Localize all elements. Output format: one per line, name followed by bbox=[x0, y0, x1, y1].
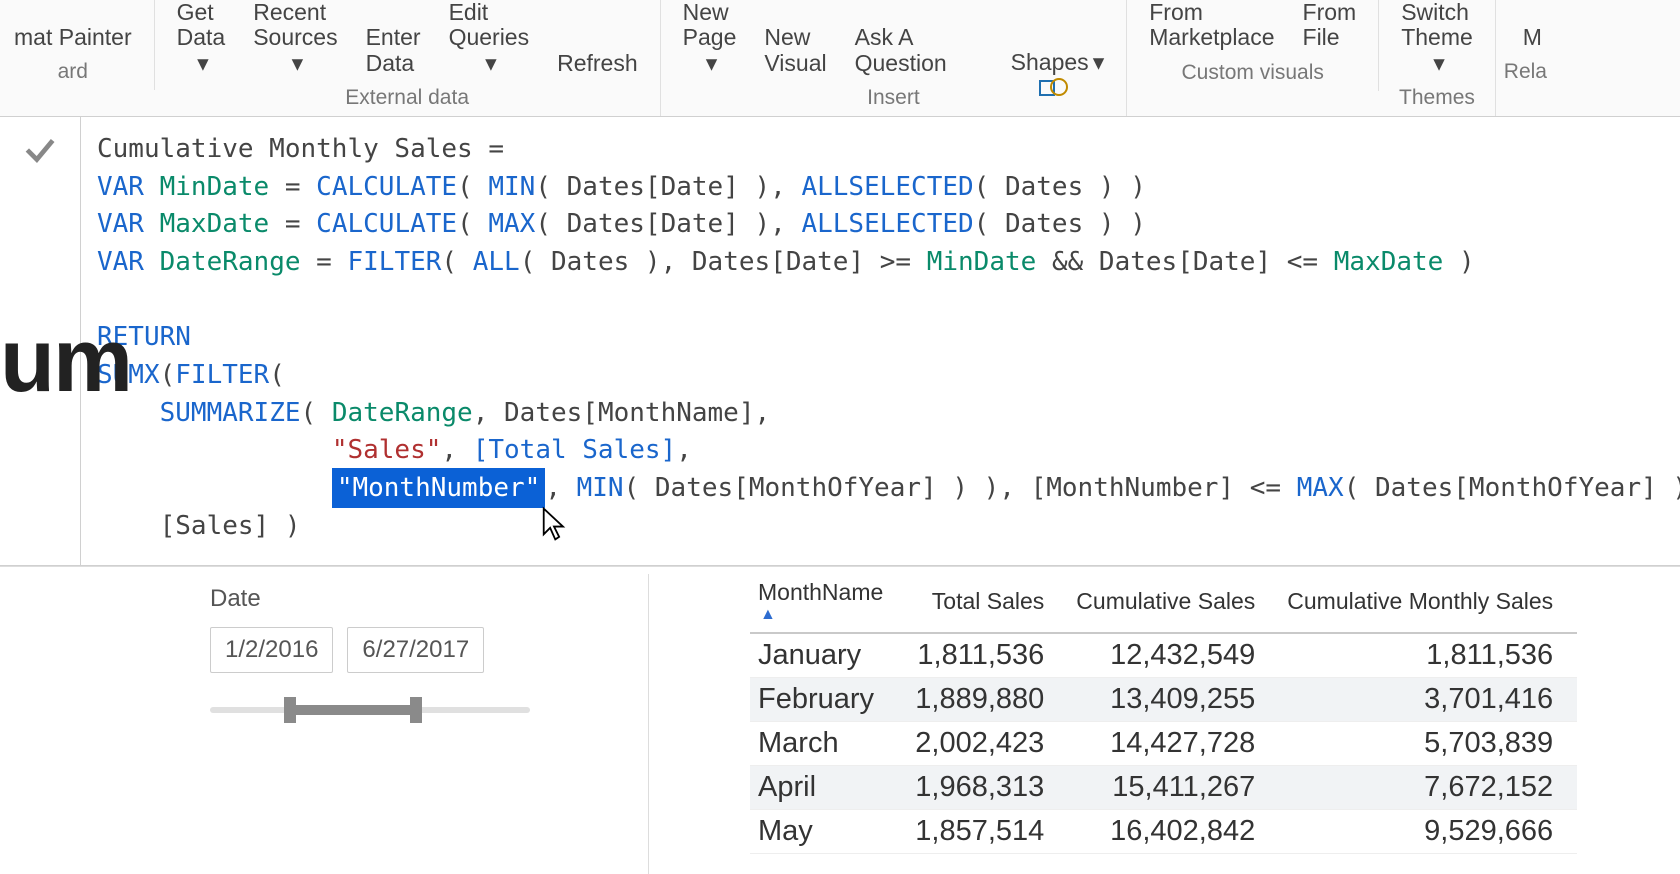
col-monthname[interactable]: MonthName▲ bbox=[750, 575, 907, 633]
relationships-button[interactable]: M bbox=[1509, 25, 1542, 54]
commit-check-icon[interactable] bbox=[21, 131, 59, 174]
selection-highlight: "MonthNumber" bbox=[332, 468, 546, 508]
slider-range bbox=[288, 705, 416, 715]
ribbon-group-custom: Custom visuals bbox=[1182, 55, 1324, 91]
col-cumulative-sales[interactable]: Cumulative Sales bbox=[1068, 575, 1279, 633]
refresh-button[interactable]: Refresh bbox=[543, 51, 652, 80]
ribbon: mat Painter ard Get Data▾ Recent Sources… bbox=[0, 0, 1680, 117]
col-total-sales[interactable]: Total Sales bbox=[907, 575, 1068, 633]
switch-theme-button[interactable]: Switch Theme▾ bbox=[1387, 0, 1487, 80]
from-marketplace-button[interactable]: From Marketplace bbox=[1135, 0, 1288, 55]
formula-bar: Cumulative Monthly Sales = VAR MinDate =… bbox=[0, 117, 1680, 567]
mouse-cursor-icon bbox=[541, 506, 567, 554]
slicer-title: Date bbox=[210, 585, 710, 613]
ask-a-question-button[interactable]: Ask A Question bbox=[841, 25, 961, 80]
slicer-slider[interactable] bbox=[210, 695, 530, 725]
table-row[interactable]: May1,857,51416,402,8429,529,666 bbox=[750, 810, 1577, 854]
ribbon-group-rel: Rela bbox=[1504, 54, 1547, 90]
from-file-button[interactable]: From File bbox=[1289, 0, 1371, 55]
sort-asc-icon: ▲ bbox=[760, 606, 883, 624]
shapes-icon bbox=[975, 50, 1005, 76]
slicer-end-input[interactable]: 6/27/2017 bbox=[347, 627, 484, 673]
table-row[interactable]: March2,002,42314,427,7285,703,839 bbox=[750, 722, 1577, 766]
ribbon-group-insert: Insert bbox=[867, 80, 920, 116]
new-page-button[interactable]: New Page▾ bbox=[669, 0, 751, 80]
enter-data-button[interactable]: Enter Data bbox=[352, 25, 435, 80]
edit-queries-button[interactable]: Edit Queries▾ bbox=[435, 0, 544, 80]
table-row[interactable]: April1,968,31315,411,2677,672,152 bbox=[750, 766, 1577, 810]
new-visual-button[interactable]: New Visual bbox=[750, 25, 840, 80]
slider-handle-end[interactable] bbox=[410, 697, 422, 723]
ribbon-group-themes: Themes bbox=[1399, 80, 1475, 116]
recent-sources-button[interactable]: Recent Sources▾ bbox=[239, 0, 351, 80]
truncated-title: um bbox=[0, 310, 131, 413]
table-row[interactable]: January1,811,53612,432,5491,811,536 bbox=[750, 633, 1577, 678]
divider bbox=[648, 574, 649, 874]
table-row[interactable]: February1,889,88013,409,2553,701,416 bbox=[750, 678, 1577, 722]
get-data-button[interactable]: Get Data▾ bbox=[163, 0, 240, 80]
table-visual[interactable]: MonthName▲ Total Sales Cumulative Sales … bbox=[750, 575, 1577, 854]
ribbon-group-clipboard: ard bbox=[58, 54, 88, 90]
col-cumulative-monthly[interactable]: Cumulative Monthly Sales bbox=[1279, 575, 1577, 633]
slicer-start-input[interactable]: 1/2/2016 bbox=[210, 627, 333, 673]
ribbon-group-external: External data bbox=[345, 80, 469, 116]
slider-handle-start[interactable] bbox=[284, 697, 296, 723]
shapes-button[interactable]: Shapes▾ bbox=[961, 50, 1119, 80]
formula-editor[interactable]: Cumulative Monthly Sales = VAR MinDate =… bbox=[81, 117, 1680, 566]
date-slicer[interactable]: Date 1/2/2016 6/27/2017 bbox=[0, 567, 710, 854]
format-painter-button[interactable]: mat Painter bbox=[0, 25, 146, 54]
